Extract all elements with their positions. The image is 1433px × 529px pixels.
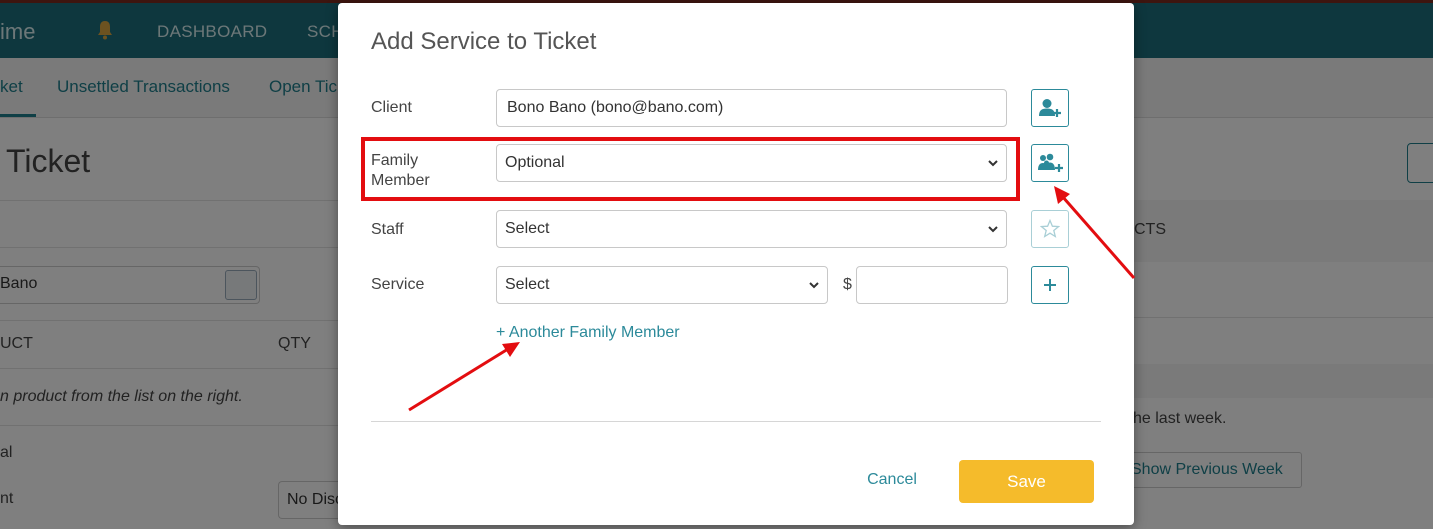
service-selected: Select bbox=[505, 276, 550, 293]
add-client-icon bbox=[1039, 99, 1061, 117]
service-select[interactable]: Select bbox=[496, 266, 828, 304]
modal-divider bbox=[371, 421, 1101, 422]
service-label: Service bbox=[371, 276, 425, 293]
add-service-modal: Add Service to Ticket Client Bono Bano (… bbox=[338, 3, 1134, 525]
cancel-button[interactable]: Cancel bbox=[846, 461, 938, 499]
staff-label: Staff bbox=[371, 221, 404, 238]
add-service-button[interactable] bbox=[1031, 266, 1069, 304]
modal-title: Add Service to Ticket bbox=[371, 28, 597, 55]
staff-selected: Select bbox=[505, 220, 550, 237]
add-another-family-member-link[interactable]: + Another Family Member bbox=[496, 324, 680, 342]
staff-select[interactable]: Select bbox=[496, 210, 1007, 248]
chevron-down-icon bbox=[809, 282, 819, 289]
service-price-input[interactable] bbox=[856, 266, 1008, 304]
favorite-staff-button[interactable] bbox=[1031, 210, 1069, 248]
add-family-icon bbox=[1038, 153, 1063, 172]
annotation-highlight-box bbox=[361, 137, 1020, 201]
chevron-down-icon bbox=[988, 226, 998, 233]
add-client-button[interactable] bbox=[1031, 89, 1069, 127]
star-icon bbox=[1040, 219, 1060, 238]
plus-icon bbox=[1044, 279, 1056, 291]
client-label: Client bbox=[371, 99, 412, 116]
currency-symbol: $ bbox=[843, 276, 852, 293]
client-field[interactable]: Bono Bano (bono@bano.com) bbox=[496, 89, 1007, 127]
add-family-member-button[interactable] bbox=[1031, 144, 1069, 182]
save-button[interactable]: Save bbox=[959, 460, 1094, 503]
